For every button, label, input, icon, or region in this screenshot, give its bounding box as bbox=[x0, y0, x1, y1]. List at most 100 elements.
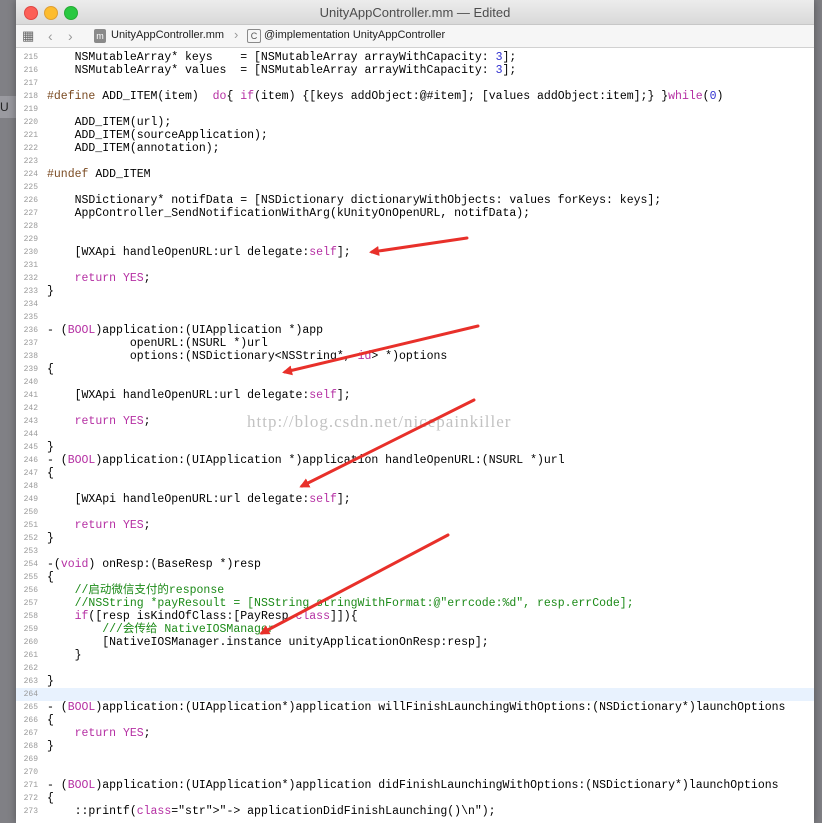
code-line[interactable]: 241 [WXApi handleOpenURL:url delegate:se… bbox=[16, 389, 814, 402]
code-line[interactable]: 236 - (BOOL)application:(UIApplication *)… bbox=[16, 324, 814, 337]
title-bar[interactable]: UnityAppController.mm — Edited bbox=[16, 0, 814, 25]
code-line[interactable]: 245} bbox=[16, 441, 814, 454]
code-text[interactable]: //NSString *payResoult = [NSString strin… bbox=[47, 597, 634, 610]
jump-bar-implementation[interactable]: @implementation UnityAppController bbox=[264, 29, 445, 41]
forward-chevron-icon[interactable]: › bbox=[68, 28, 73, 44]
code-line[interactable]: 227 AppController_SendNotificationWithAr… bbox=[16, 207, 814, 220]
code-text[interactable]: ///会传给 NativeIOSManager bbox=[47, 623, 275, 636]
code-text[interactable]: - (BOOL)application:(UIApplication*)appl… bbox=[47, 701, 785, 714]
code-line[interactable]: 256 //启动微信支付的response bbox=[16, 584, 814, 597]
code-text[interactable]: return YES; bbox=[47, 272, 151, 285]
code-line[interactable]: 221 ADD_ITEM(sourceApplication); bbox=[16, 129, 814, 142]
code-line[interactable]: 273 ::printf(class="str">"-> application… bbox=[16, 805, 814, 818]
code-line[interactable]: 257 //NSString *payResoult = [NSString s… bbox=[16, 597, 814, 610]
code-text[interactable]: AppController_SendNotificationWithArg(kU… bbox=[47, 207, 531, 220]
code-line[interactable]: 272 { bbox=[16, 792, 814, 805]
code-text[interactable]: [WXApi handleOpenURL:url delegate:self]; bbox=[47, 246, 351, 259]
code-text[interactable]: [NativeIOSManager.instance unityApplicat… bbox=[47, 636, 488, 649]
code-line[interactable]: 219 bbox=[16, 103, 814, 116]
code-text[interactable]: return YES; bbox=[47, 415, 151, 428]
code-text[interactable]: ADD_ITEM(annotation); bbox=[47, 142, 220, 155]
background-app-tab[interactable]: U bbox=[0, 96, 16, 118]
code-line[interactable]: 234 bbox=[16, 298, 814, 311]
code-line[interactable]: 220 ADD_ITEM(url); bbox=[16, 116, 814, 129]
code-text[interactable]: openURL:(NSURL *)url bbox=[47, 337, 268, 350]
code-line[interactable]: 248 bbox=[16, 480, 814, 493]
code-line[interactable]: 259 ///会传给 NativeIOSManager bbox=[16, 623, 814, 636]
code-line[interactable]: 243 return YES; bbox=[16, 415, 814, 428]
code-text[interactable]: [WXApi handleOpenURL:url delegate:self]; bbox=[47, 493, 351, 506]
code-text[interactable]: - (BOOL)application:(UIApplication *)app… bbox=[47, 454, 565, 467]
code-line[interactable]: 233} bbox=[16, 285, 814, 298]
code-line[interactable]: 238 options:(NSDictionary<NSString*, id>… bbox=[16, 350, 814, 363]
code-line[interactable]: 251 return YES; bbox=[16, 519, 814, 532]
code-text[interactable]: ::printf(class="str">"-> applicationDidF… bbox=[47, 805, 496, 818]
code-text[interactable]: } bbox=[47, 740, 54, 753]
code-line[interactable]: 225 bbox=[16, 181, 814, 194]
code-text[interactable]: #undef ADD_ITEM bbox=[47, 168, 151, 181]
code-line[interactable]: 269 bbox=[16, 753, 814, 766]
code-text[interactable]: NSMutableArray* keys = [NSMutableArray a… bbox=[47, 51, 517, 64]
code-line[interactable]: 244 bbox=[16, 428, 814, 441]
code-line[interactable]: 258 if([resp isKindOfClass:[PayResp clas… bbox=[16, 610, 814, 623]
code-line[interactable]: 232 return YES; bbox=[16, 272, 814, 285]
code-text[interactable]: //启动微信支付的response bbox=[47, 584, 225, 597]
code-line[interactable]: 271 - (BOOL)application:(UIApplication*)a… bbox=[16, 779, 814, 792]
code-text[interactable]: ADD_ITEM(sourceApplication); bbox=[47, 129, 268, 142]
code-line[interactable]: 266 { bbox=[16, 714, 814, 727]
code-text[interactable]: NSMutableArray* values = [NSMutableArray… bbox=[47, 64, 517, 77]
code-line[interactable]: 250 bbox=[16, 506, 814, 519]
code-line[interactable]: 265 - (BOOL)application:(UIApplication*)a… bbox=[16, 701, 814, 714]
code-line[interactable]: 252} bbox=[16, 532, 814, 545]
code-line[interactable]: 255 { bbox=[16, 571, 814, 584]
code-line[interactable]: 224 #undef ADD_ITEM bbox=[16, 168, 814, 181]
code-line[interactable]: 222 ADD_ITEM(annotation); bbox=[16, 142, 814, 155]
jump-bar-file[interactable]: UnityAppController.mm bbox=[111, 29, 224, 41]
code-text[interactable]: { bbox=[47, 792, 54, 805]
code-text[interactable]: } bbox=[47, 285, 54, 298]
code-line[interactable]: 235 bbox=[16, 311, 814, 324]
related-items-grid-icon[interactable]: ▦ bbox=[22, 29, 34, 42]
code-line[interactable]: 230 [WXApi handleOpenURL:url delegate:se… bbox=[16, 246, 814, 259]
code-line[interactable]: 229 bbox=[16, 233, 814, 246]
code-editor[interactable]: 215 NSMutableArray* keys = [NSMutableArr… bbox=[16, 51, 814, 818]
code-line[interactable]: 217 bbox=[16, 77, 814, 90]
code-text[interactable]: NSDictionary* notifData = [NSDictionary … bbox=[47, 194, 662, 207]
code-line[interactable]: 270 bbox=[16, 766, 814, 779]
code-text[interactable]: { bbox=[47, 467, 54, 480]
code-line[interactable]: 261 } bbox=[16, 649, 814, 662]
code-text[interactable]: } bbox=[47, 532, 54, 545]
code-text[interactable]: { bbox=[47, 363, 54, 376]
code-text[interactable]: { bbox=[47, 571, 54, 584]
code-line[interactable]: 239 { bbox=[16, 363, 814, 376]
code-line[interactable]: 247 { bbox=[16, 467, 814, 480]
code-line[interactable]: 246 - (BOOL)application:(UIApplication *)… bbox=[16, 454, 814, 467]
code-line[interactable]: 240 bbox=[16, 376, 814, 389]
code-line[interactable]: 223 bbox=[16, 155, 814, 168]
code-line[interactable]: 254 -(void) onResp:(BaseResp *)resp bbox=[16, 558, 814, 571]
code-text[interactable]: if([resp isKindOfClass:[PayResp class]])… bbox=[47, 610, 358, 623]
code-line[interactable]: 218 #define ADD_ITEM(item) do{ if(item) {… bbox=[16, 90, 814, 103]
code-text[interactable]: options:(NSDictionary<NSString*, id> *)o… bbox=[47, 350, 447, 363]
code-line[interactable]: 215 NSMutableArray* keys = [NSMutableArr… bbox=[16, 51, 814, 64]
code-text[interactable]: ADD_ITEM(url); bbox=[47, 116, 172, 129]
code-text[interactable]: - (BOOL)application:(UIApplication*)appl… bbox=[47, 779, 779, 792]
code-text[interactable]: } bbox=[47, 675, 54, 688]
code-text[interactable]: { bbox=[47, 714, 54, 727]
code-line[interactable]: 253 bbox=[16, 545, 814, 558]
code-line[interactable]: 226 NSDictionary* notifData = [NSDiction… bbox=[16, 194, 814, 207]
back-chevron-icon[interactable]: ‹ bbox=[48, 28, 53, 44]
code-line[interactable]: 260 [NativeIOSManager.instance unityAppl… bbox=[16, 636, 814, 649]
code-line[interactable]: 242 bbox=[16, 402, 814, 415]
code-text[interactable]: -(void) onResp:(BaseResp *)resp bbox=[47, 558, 261, 571]
code-text[interactable]: } bbox=[47, 649, 82, 662]
code-text[interactable]: return YES; bbox=[47, 519, 151, 532]
code-line[interactable]: 268} bbox=[16, 740, 814, 753]
code-text[interactable]: - (BOOL)application:(UIApplication *)app bbox=[47, 324, 323, 337]
code-text[interactable]: #define ADD_ITEM(item) do{ if(item) {[ke… bbox=[47, 90, 723, 103]
code-text[interactable]: [WXApi handleOpenURL:url delegate:self]; bbox=[47, 389, 351, 402]
code-line[interactable]: 231 bbox=[16, 259, 814, 272]
code-line[interactable]: 262 bbox=[16, 662, 814, 675]
code-line[interactable]: 267 return YES; bbox=[16, 727, 814, 740]
code-line[interactable]: 216 NSMutableArray* values = [NSMutableA… bbox=[16, 64, 814, 77]
